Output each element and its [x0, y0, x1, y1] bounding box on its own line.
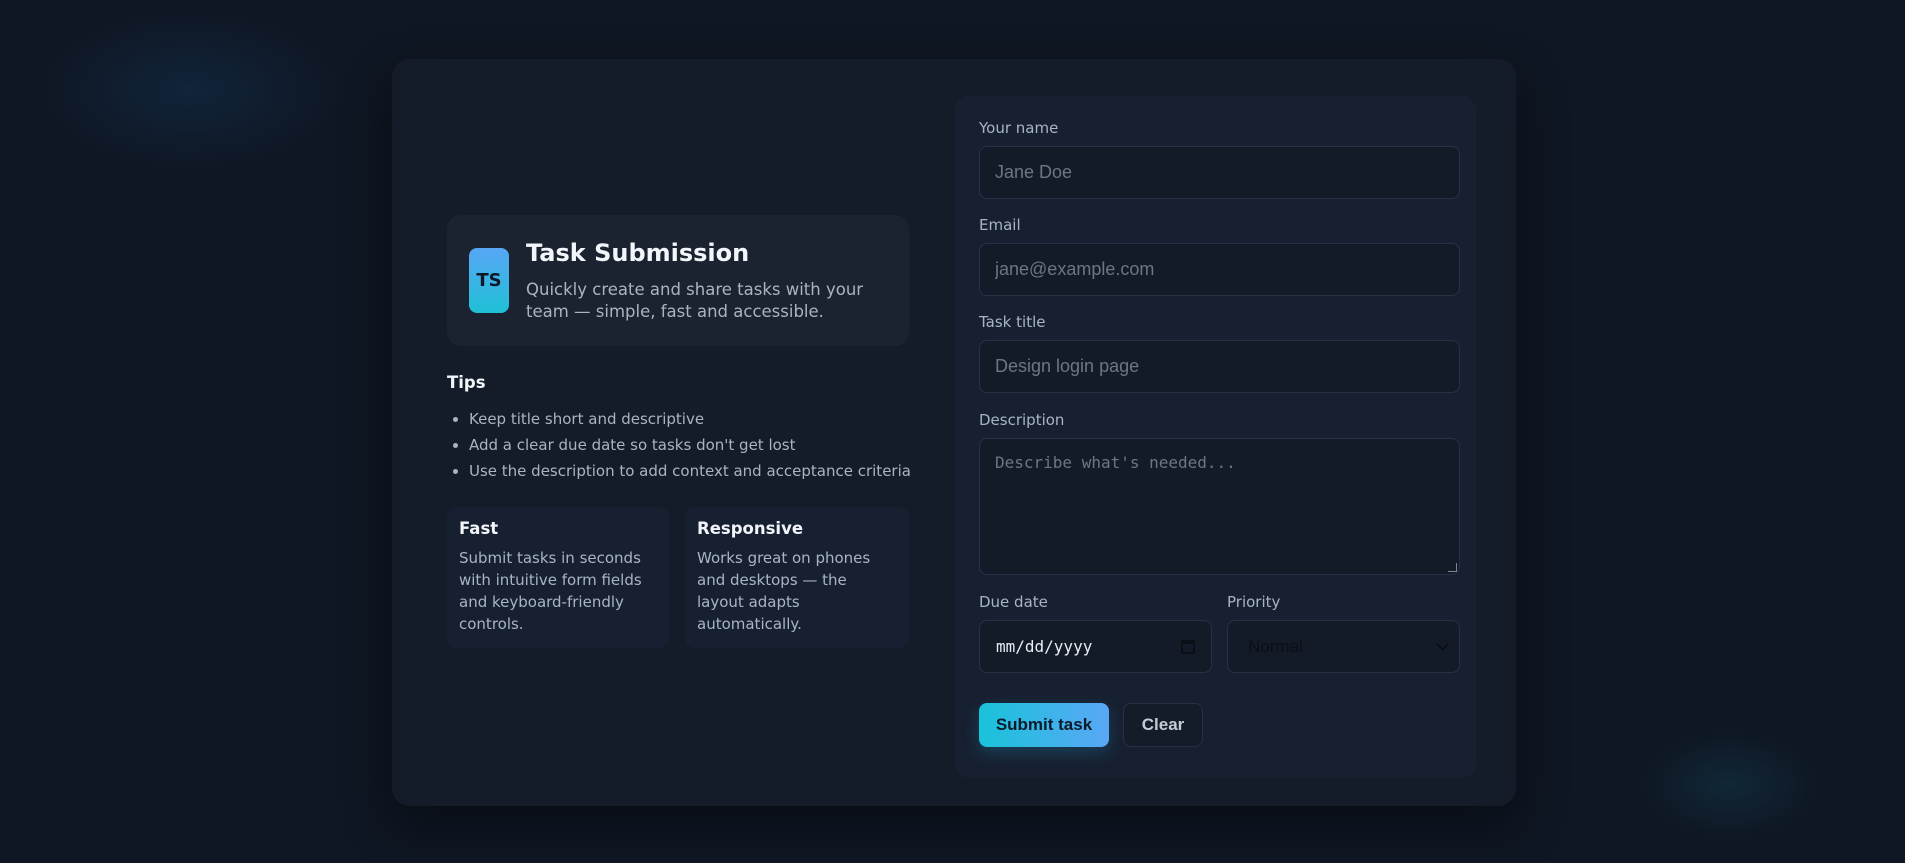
task-title-input[interactable] [979, 340, 1460, 393]
feature-text: Works great on phones and desktops — the… [697, 549, 871, 633]
due-date-value: mm/dd/yyyy [996, 637, 1093, 656]
resize-handle[interactable] [1448, 563, 1457, 572]
feature-title: Responsive [697, 519, 804, 538]
email-label: Email [979, 216, 1021, 234]
due-date-label: Due date [979, 593, 1048, 611]
tips-heading: Tips [447, 373, 486, 392]
clear-button[interactable]: Clear [1123, 703, 1203, 747]
tip-item: Add a clear due date so tasks don't get … [469, 435, 911, 461]
email-input[interactable] [979, 243, 1460, 296]
tip-item: Use the description to add context and a… [469, 461, 911, 487]
hero-panel: TS Task Submission Quickly create and sh… [447, 215, 909, 346]
submit-task-button[interactable]: Submit task [979, 703, 1109, 747]
background-glow [1640, 730, 1820, 840]
app-logo: TS [469, 248, 509, 313]
priority-select[interactable]: Normal [1227, 620, 1460, 673]
name-label: Your name [979, 119, 1059, 137]
priority-selected-value: Normal [1248, 636, 1303, 656]
due-date-input[interactable]: mm/dd/yyyy [979, 620, 1212, 673]
tip-item: Keep title short and descriptive [469, 409, 911, 435]
page-subtitle: Quickly create and share tasks with your… [526, 280, 864, 321]
chevron-down-icon [1436, 638, 1449, 651]
description-textarea[interactable] [979, 438, 1460, 575]
feature-title: Fast [459, 519, 499, 538]
priority-label: Priority [1227, 593, 1281, 611]
background-glow [40, 10, 340, 170]
main-card: TS Task Submission Quickly create and sh… [392, 59, 1516, 806]
task-title-label: Task title [979, 313, 1046, 331]
tips-list: Keep title short and descriptive Add a c… [447, 409, 911, 487]
page-title: Task Submission [526, 239, 750, 267]
calendar-icon[interactable] [1181, 639, 1195, 654]
description-label: Description [979, 411, 1065, 429]
name-input[interactable] [979, 146, 1460, 199]
feature-text: Submit tasks in seconds with intuitive f… [459, 549, 642, 633]
feature-card-responsive: Responsive Works great on phones and des… [685, 507, 909, 648]
feature-card-fast: Fast Submit tasks in seconds with intuit… [447, 507, 669, 648]
